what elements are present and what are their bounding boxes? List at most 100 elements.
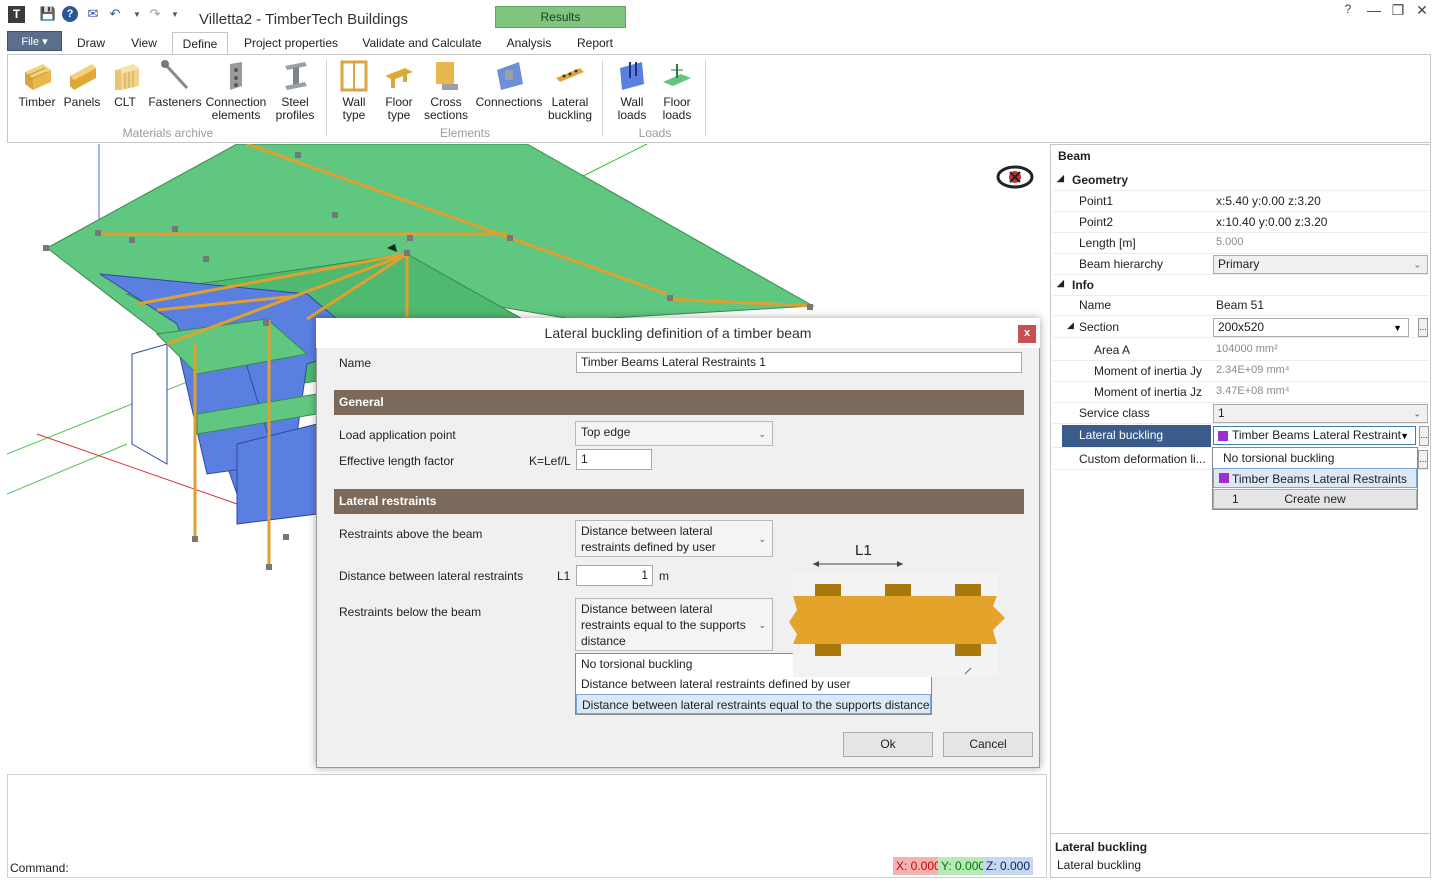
results-context-tab[interactable]: Results [495,6,626,28]
undo-dropdown-icon[interactable]: ▼ [128,5,146,23]
section-info[interactable]: ◢ Info [1053,275,1428,296]
section-value: 200x520 [1218,320,1265,334]
help-icon[interactable]: ? [61,5,79,23]
app-logo-icon[interactable]: T [8,6,25,23]
below-value: Distance between lateral restraints equa… [581,602,746,648]
length-value: 5.000 [1216,236,1244,248]
below-option-supports[interactable]: Distance between lateral restraints equa… [576,694,931,714]
tab-validate-calculate[interactable]: Validate and Calculate [356,32,488,54]
above-combo[interactable]: Distance between lateral restraints defi… [575,520,773,557]
point1-value: x:5.40 y:0.00 z:3.20 [1216,194,1321,208]
section-geometry[interactable]: ◢ Geometry [1053,170,1428,191]
command-label: Command: [10,861,69,875]
redo-dropdown-icon[interactable]: ▼ [166,5,184,23]
lb-option-restraints[interactable]: Timber Beams Lateral Restraints 1 [1213,468,1417,506]
load-point-label: Load application point [339,428,456,442]
steel-profiles-button[interactable]: Steel profiles [270,58,320,122]
lb-option-swatch [1219,473,1229,483]
tab-report[interactable]: Report [568,32,622,54]
connection-elements-button[interactable]: Connection elements [204,58,268,122]
hierarchy-combo[interactable]: Primary ⌄ [1213,255,1428,274]
eff-length-formula: K=Lef/L [529,454,571,468]
dialog-close-button[interactable]: x [1018,325,1036,343]
command-area[interactable] [7,774,1047,878]
tab-view[interactable]: View [122,32,166,54]
below-combo[interactable]: Distance between lateral restraints equa… [575,598,773,651]
distance-input[interactable]: 1 [576,565,653,586]
lateral-restraints-header: Lateral restraints [334,489,1024,514]
panels-label: Panels [63,95,101,109]
prop-point2[interactable]: Point2 x:10.40 y:0.00 z:3.20 [1053,212,1428,233]
redo-icon[interactable]: ↷ [146,5,164,23]
custom-browse-button[interactable]: ... [1418,450,1428,469]
clt-button[interactable]: CLT [104,58,146,109]
lateral-buckling-button[interactable]: Lateral buckling [546,58,594,122]
section-browse-button[interactable]: ... [1418,318,1428,337]
length-label: Length [m] [1079,236,1136,250]
fasteners-button[interactable]: Fasteners [148,58,202,109]
load-point-combo[interactable]: Top edge ⌄ [575,421,773,446]
tab-analysis[interactable]: Analysis [500,32,558,54]
timber-button[interactable]: Timber [14,58,60,109]
dropdown-arrow-icon: ▼ [1393,322,1402,333]
help-small-icon[interactable]: ? [1336,2,1360,20]
ok-button[interactable]: Ok [843,732,933,757]
connections-button[interactable]: Connections [474,58,544,109]
section-combo[interactable]: 200x520 ▼ [1213,318,1409,337]
tab-project-properties[interactable]: Project properties [236,32,346,54]
prop-beam-hierarchy[interactable]: Beam hierarchy Primary ⌄ [1053,254,1428,275]
below-label: Restraints below the beam [339,605,482,619]
panels-button[interactable]: Panels [60,58,104,109]
group-elements: Elements [439,126,491,140]
minimize-icon[interactable]: — [1362,2,1386,20]
floor-type-button[interactable]: Floor type [378,58,420,122]
undo-icon[interactable]: ↶ [106,5,124,23]
close-window-icon[interactable]: ✕ [1410,2,1434,20]
lb-color-swatch [1218,431,1228,441]
save-icon[interactable]: 💾 [39,5,57,23]
general-header: General [334,390,1024,415]
distance-unit: m [659,569,669,583]
floor-loads-button[interactable]: Floor loads [656,58,698,122]
connections-label: Connections [475,95,543,109]
cross-sections-button[interactable]: Cross sections [422,58,470,122]
name-value: Beam 51 [1216,298,1265,312]
name-field-label: Name [339,356,372,370]
connection-elements-icon [220,60,252,92]
floor-loads-label: Floor loads [662,95,692,122]
wall-type-icon [338,60,370,92]
prop-section[interactable]: ◢ Section 200x520 ▼ ... [1053,317,1428,338]
service-combo[interactable]: 1 ⌄ [1213,404,1428,423]
wall-loads-button[interactable]: Wall loads [610,58,654,122]
wall-type-button[interactable]: Wall type [332,58,376,122]
lb-browse-button[interactable]: ... [1419,426,1429,446]
visibility-eye-icon[interactable] [995,164,1035,190]
file-menu-button[interactable]: File ▾ [7,31,62,51]
share-icon[interactable]: ✉ [84,5,102,23]
cross-sections-label: Cross sections [423,95,469,122]
ribbon-separator [602,60,603,136]
geometry-expand-icon: ◢ [1057,173,1064,183]
chevron-down-icon: ⌄ [758,619,766,630]
cancel-button[interactable]: Cancel [943,732,1033,757]
create-new-button[interactable]: Create new [1213,489,1417,509]
lb-label: Lateral buckling [1079,428,1164,442]
prop-lateral-buckling[interactable]: Lateral buckling Timber Beams Lateral Re… [1053,425,1429,448]
prop-point1[interactable]: Point1 x:5.40 y:0.00 z:3.20 [1053,191,1428,212]
beam-figure: L1 [785,540,1010,680]
distance-label: Distance between lateral restraints [339,569,524,583]
lateral-buckling-label: Lateral buckling [547,95,593,122]
name-input[interactable]: Timber Beams Lateral Restraints 1 [576,352,1022,373]
prop-name[interactable]: Name Beam 51 [1053,295,1428,316]
restore-icon[interactable]: ❐ [1386,2,1410,20]
name-label: Name [1079,298,1112,312]
tab-define[interactable]: Define [172,32,228,54]
lb-combo[interactable]: Timber Beams Lateral Restraint ▼ [1213,426,1416,445]
tab-draw[interactable]: Draw [68,32,114,54]
point1-label: Point1 [1079,194,1114,208]
hierarchy-label: Beam hierarchy [1079,257,1164,271]
prop-service-class[interactable]: Service class 1 ⌄ [1053,403,1428,424]
lb-option-none[interactable]: No torsional buckling [1213,448,1417,468]
group-materials-archive: Materials archive [122,126,214,140]
eff-length-input[interactable]: 1 [576,449,652,470]
